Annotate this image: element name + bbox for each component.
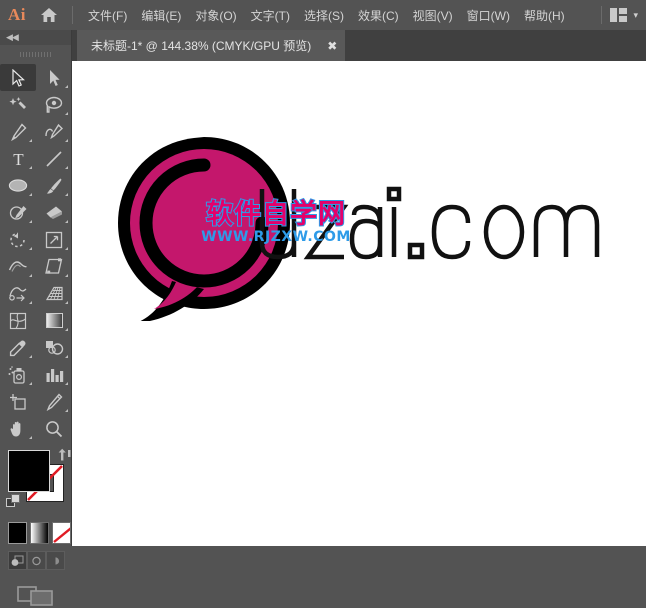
draw-behind-button[interactable] bbox=[27, 551, 46, 570]
tool-flyout-indicator bbox=[29, 166, 32, 169]
perspective-grid-tool[interactable] bbox=[36, 280, 72, 307]
document-canvas[interactable]: 软件自学网 WWW.RJZXW.COM bbox=[72, 61, 646, 546]
swap-fill-stroke-icon[interactable] bbox=[57, 448, 72, 467]
menu-select[interactable]: 选择(S) bbox=[297, 0, 351, 30]
tool-flyout-indicator bbox=[29, 382, 32, 385]
direct-selection-tool[interactable] bbox=[36, 64, 72, 91]
menu-type[interactable]: 文字(T) bbox=[244, 0, 297, 30]
tool-flyout-indicator bbox=[29, 301, 32, 304]
fill-stroke-controls bbox=[6, 448, 71, 515]
tool-flyout-indicator bbox=[29, 355, 32, 358]
color-mode-bar bbox=[8, 522, 71, 544]
fill-swatch[interactable] bbox=[8, 450, 50, 492]
gradient-mode-button[interactable] bbox=[30, 522, 49, 544]
tool-flyout-indicator bbox=[65, 382, 68, 385]
menu-window[interactable]: 窗口(W) bbox=[460, 0, 517, 30]
tool-flyout-indicator bbox=[65, 355, 68, 358]
document-tab[interactable]: 未标题-1* @ 144.38% (CMYK/GPU 预览) ✖ bbox=[77, 30, 346, 61]
tool-flyout-indicator bbox=[65, 193, 68, 196]
tool-flyout-indicator bbox=[65, 139, 68, 142]
tool-flyout-indicator bbox=[29, 220, 32, 223]
workspace-layout-icon bbox=[610, 8, 628, 22]
width-tool[interactable] bbox=[0, 253, 36, 280]
tool-flyout-indicator bbox=[65, 409, 68, 412]
selection-tool[interactable] bbox=[0, 64, 36, 91]
gradient-tool[interactable] bbox=[36, 307, 72, 334]
line-segment-tool[interactable] bbox=[36, 145, 72, 172]
color-mode-button[interactable] bbox=[8, 522, 27, 544]
none-mode-button[interactable] bbox=[52, 522, 71, 544]
app-logo: Ai bbox=[8, 5, 26, 24]
shape-builder-tool[interactable] bbox=[0, 280, 36, 307]
tool-flyout-indicator bbox=[65, 112, 68, 115]
illustrator-window: Ai 文件(F) 编辑(E) 对象(O) 文字(T) 选择(S) 效果(C) 视… bbox=[0, 0, 646, 606]
tool-flyout-indicator bbox=[29, 193, 32, 196]
collapse-panel-button[interactable]: ◀◀ bbox=[0, 30, 71, 45]
tool-flyout-indicator bbox=[29, 247, 32, 250]
shaper-tool[interactable] bbox=[0, 199, 36, 226]
workspace-divider bbox=[601, 6, 603, 24]
menu-help[interactable]: 帮助(H) bbox=[517, 0, 572, 30]
magic-wand-tool[interactable] bbox=[0, 91, 36, 118]
tool-flyout-indicator bbox=[65, 85, 68, 88]
slice-tool[interactable] bbox=[36, 388, 72, 415]
symbol-sprayer-tool[interactable] bbox=[0, 361, 36, 388]
svg-text:T: T bbox=[13, 150, 24, 167]
rotate-tool[interactable] bbox=[0, 226, 36, 253]
uzai-logo-artwork[interactable]: 软件自学网 WWW.RJZXW.COM bbox=[72, 61, 646, 546]
watermark-url-text: WWW.RJZXW.COM bbox=[201, 229, 351, 245]
type-tool[interactable]: T bbox=[0, 145, 36, 172]
chevron-down-icon: ▾ bbox=[633, 9, 638, 20]
tool-flyout-indicator bbox=[29, 139, 32, 142]
panel-drag-grip[interactable] bbox=[0, 45, 71, 60]
menu-file[interactable]: 文件(F) bbox=[81, 0, 134, 30]
close-icon[interactable]: ✖ bbox=[325, 39, 339, 53]
menu-view[interactable]: 视图(V) bbox=[406, 0, 460, 30]
change-screen-mode-icon[interactable] bbox=[0, 582, 71, 608]
hand-tool[interactable] bbox=[0, 415, 36, 442]
workspace-switcher[interactable]: ▾ bbox=[593, 0, 646, 30]
curvature-tool[interactable] bbox=[36, 118, 72, 145]
menu-divider bbox=[72, 6, 73, 24]
document-tab-label: 未标题-1* @ 144.38% (CMYK/GPU 预览) bbox=[91, 39, 312, 53]
tool-flyout-indicator bbox=[65, 274, 68, 277]
ellipse-tool[interactable] bbox=[0, 172, 36, 199]
scale-tool[interactable] bbox=[36, 226, 72, 253]
default-fill-stroke-icon[interactable] bbox=[6, 494, 22, 515]
tool-flyout-indicator bbox=[65, 247, 68, 250]
paintbrush-tool[interactable] bbox=[36, 172, 72, 199]
menu-object[interactable]: 对象(O) bbox=[188, 0, 243, 30]
lasso-tool[interactable] bbox=[36, 91, 72, 118]
site-watermark: 软件自学网 WWW.RJZXW.COM bbox=[166, 199, 386, 245]
draw-inside-button[interactable] bbox=[46, 551, 65, 570]
eraser-tool[interactable] bbox=[36, 199, 72, 226]
tools-panel: ◀◀ T bbox=[0, 30, 72, 606]
tool-flyout-indicator bbox=[29, 436, 32, 439]
document-tab-bar: 未标题-1* @ 144.38% (CMYK/GPU 预览) ✖ bbox=[72, 30, 646, 62]
menu-effect[interactable]: 效果(C) bbox=[351, 0, 406, 30]
tool-flyout-indicator bbox=[29, 274, 32, 277]
column-graph-tool[interactable] bbox=[36, 361, 72, 388]
watermark-cn-text: 软件自学网 bbox=[205, 199, 346, 230]
free-transform-tool[interactable] bbox=[36, 253, 72, 280]
home-icon[interactable] bbox=[34, 0, 64, 30]
tool-flyout-indicator bbox=[65, 220, 68, 223]
tool-grid: T bbox=[0, 64, 71, 442]
tool-flyout-indicator bbox=[65, 328, 68, 331]
artboard-tool[interactable] bbox=[0, 388, 36, 415]
menu-bar: Ai 文件(F) 编辑(E) 对象(O) 文字(T) 选择(S) 效果(C) 视… bbox=[0, 0, 646, 30]
pen-tool[interactable] bbox=[0, 118, 36, 145]
blend-tool[interactable] bbox=[36, 334, 72, 361]
draw-normal-button[interactable] bbox=[8, 551, 27, 570]
draw-mode-bar bbox=[8, 551, 71, 570]
tool-flyout-indicator bbox=[65, 301, 68, 304]
eyedropper-tool[interactable] bbox=[0, 334, 36, 361]
mesh-tool[interactable] bbox=[0, 307, 36, 334]
menu-edit[interactable]: 编辑(E) bbox=[134, 0, 188, 30]
tool-flyout-indicator bbox=[65, 166, 68, 169]
zoom-tool[interactable] bbox=[36, 415, 72, 442]
